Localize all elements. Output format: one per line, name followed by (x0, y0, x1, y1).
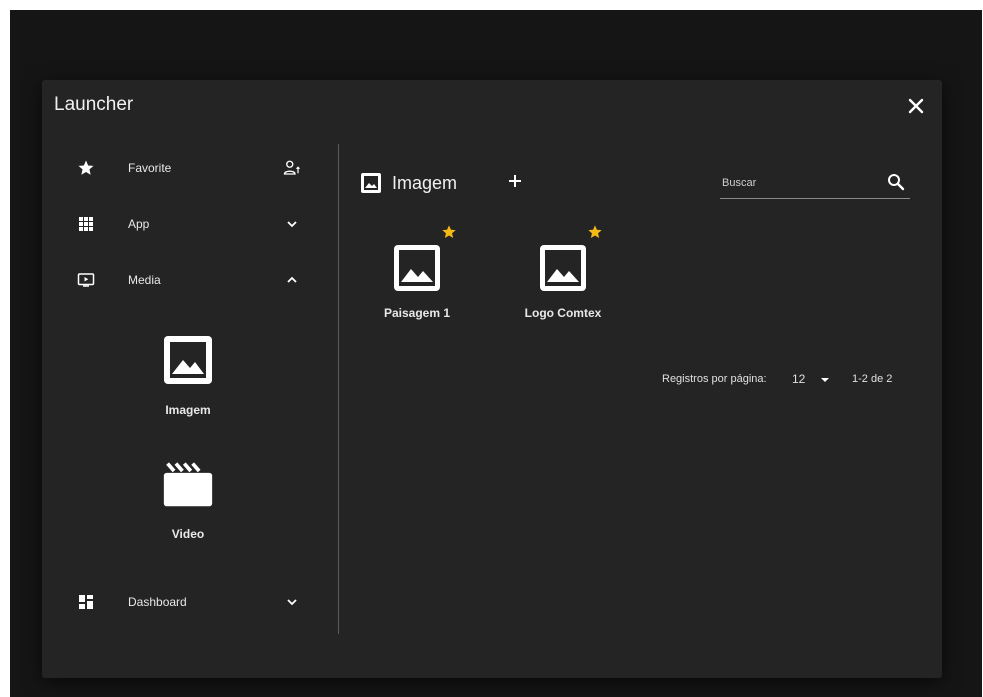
person-sort-icon[interactable] (282, 158, 302, 178)
image-icon (394, 245, 440, 291)
content-title: Imagem (392, 172, 458, 193)
sidebar: Favorite App Media Imagem Video Dashboar… (42, 142, 338, 662)
search-field (720, 168, 910, 199)
favorite-star-icon[interactable] (441, 224, 457, 240)
sidebar-item-favorite[interactable]: Favorite (42, 150, 332, 186)
sidebar-item-label: Media (128, 273, 161, 287)
rows-per-page-value[interactable]: 12 (792, 372, 805, 386)
rows-per-page-label: Registros por página: (662, 373, 767, 385)
pagination-range: 1-2 de 2 (852, 373, 893, 385)
image-icon (164, 336, 212, 384)
sidebar-item-media[interactable]: Media (42, 262, 332, 298)
sidebar-item-label: App (128, 217, 150, 231)
media-card[interactable]: Paisagem 1 (362, 225, 472, 320)
sidebar-item-label: Dashboard (128, 595, 187, 609)
divider (338, 144, 339, 634)
close-icon (908, 98, 924, 114)
dialog-title: Launcher (54, 94, 134, 115)
card-label: Logo Comtex (524, 306, 602, 320)
media-sub-label: Video (171, 527, 205, 541)
content-header: Imagem (360, 168, 457, 198)
media-play-icon (76, 270, 96, 290)
image-icon (361, 173, 381, 193)
close-button[interactable] (904, 94, 928, 118)
grid-icon (76, 214, 96, 234)
favorite-star-icon[interactable] (587, 224, 603, 240)
search-icon[interactable] (886, 172, 906, 192)
sidebar-item-dashboard[interactable]: Dashboard (42, 584, 332, 620)
media-sub-label: Imagem (165, 403, 211, 417)
chevron-down-icon[interactable] (282, 592, 302, 612)
add-button[interactable] (502, 168, 528, 194)
card-thumbnail (539, 225, 602, 292)
dashboard-icon (76, 592, 96, 612)
media-sub-video[interactable]: Video (140, 458, 236, 541)
launcher-dialog: Launcher Favorite App Media Imagem Video… (42, 80, 942, 678)
media-card[interactable]: Logo Comtex (508, 225, 618, 320)
star-icon (76, 158, 96, 178)
image-icon (540, 245, 586, 291)
dropdown-caret-icon[interactable] (820, 375, 830, 387)
card-thumbnail (393, 225, 456, 292)
clapperboard-icon (163, 462, 213, 507)
sidebar-item-app[interactable]: App (42, 206, 332, 242)
plus-icon (509, 175, 521, 187)
card-label: Paisagem 1 (383, 306, 451, 320)
chevron-up-icon[interactable] (282, 270, 302, 290)
search-input[interactable] (720, 172, 874, 194)
media-sub-imagem[interactable]: Imagem (140, 334, 236, 417)
sidebar-item-label: Favorite (128, 161, 172, 175)
chevron-down-icon[interactable] (282, 214, 302, 234)
